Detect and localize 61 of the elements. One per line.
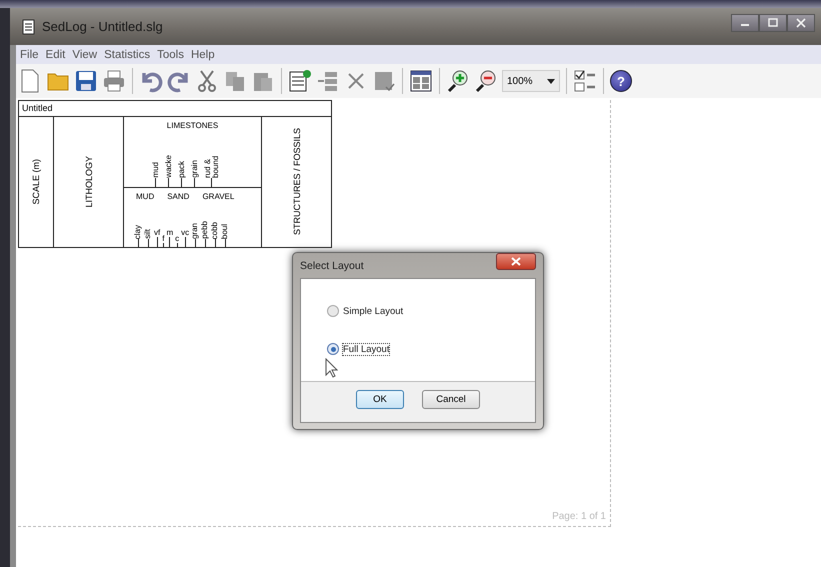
radio-button[interactable] — [327, 305, 339, 317]
printer-icon[interactable] — [102, 69, 126, 93]
dialog-title: Select Layout — [300, 260, 364, 272]
class-label: f — [162, 235, 164, 243]
class-label: wacke — [164, 155, 172, 178]
copy-icon[interactable] — [223, 69, 247, 93]
close-icon — [511, 257, 521, 266]
zoom-dropdown[interactable]: 100% — [502, 70, 560, 92]
caret-icon — [547, 78, 555, 84]
save-icon[interactable] — [74, 69, 98, 93]
cancel-button[interactable]: Cancel — [422, 390, 480, 409]
page-number: Page: 1 of 1 — [552, 511, 606, 522]
maximize-icon — [768, 18, 778, 28]
insert-row-icon[interactable] — [288, 69, 312, 93]
close-icon — [796, 18, 806, 28]
block-icon[interactable] — [372, 69, 396, 93]
column-heading: SAND — [167, 192, 190, 201]
menu-item[interactable]: Statistics — [104, 48, 150, 60]
window-title: SedLog - Untitled.slg — [42, 19, 163, 34]
zoom-in-icon[interactable] — [446, 69, 470, 93]
class-label: c — [175, 235, 180, 243]
class-label: pack — [178, 161, 186, 178]
class-label: clay — [134, 224, 142, 239]
checklist-icon[interactable] — [573, 69, 597, 93]
radio-button[interactable] — [327, 343, 339, 355]
document-icon — [22, 18, 36, 34]
column-heading: MUD — [136, 192, 154, 201]
class-label: vf — [154, 229, 160, 237]
class-label: mud — [152, 162, 160, 178]
help-button[interactable]: ? — [610, 70, 632, 92]
class-label: silt — [144, 229, 152, 239]
grid-icon[interactable] — [409, 69, 433, 93]
close-button[interactable] — [787, 14, 815, 32]
menu-item[interactable]: Tools — [157, 48, 184, 60]
column-heading: LITHOLOGY — [84, 156, 94, 208]
close-button[interactable] — [496, 253, 536, 270]
column-heading: LIMESTONES — [166, 121, 218, 130]
class-label: cobb — [211, 222, 220, 239]
class-label: gran — [191, 222, 200, 239]
class-label: rud & bound — [204, 154, 220, 178]
maximize-button[interactable] — [759, 14, 787, 32]
class-label: pebb — [201, 221, 210, 239]
menu-item[interactable]: Edit — [46, 48, 66, 60]
class-label: boul — [221, 224, 230, 239]
zoom-out-icon[interactable] — [474, 69, 498, 93]
menu-item[interactable]: View — [72, 48, 98, 60]
option-label[interactable]: Simple Layout — [343, 306, 404, 316]
column-heading: SCALE (m) — [31, 159, 41, 205]
minimize-button[interactable] — [731, 14, 759, 32]
pointer-icon — [325, 358, 338, 378]
column-heading: GRAVEL — [202, 192, 234, 201]
column-heading: STRUCTURES / FOSSILS — [292, 128, 302, 236]
class-label: vc — [181, 229, 190, 237]
option-label[interactable]: Full Layout — [343, 344, 390, 354]
menu-item[interactable]: File — [20, 48, 39, 60]
class-label: grain — [190, 160, 198, 178]
menu-item[interactable]: Help — [190, 48, 215, 60]
log-title: Untitled — [19, 101, 331, 117]
ok-button[interactable]: OK — [356, 390, 404, 409]
scissors-icon[interactable] — [195, 69, 219, 93]
class-label: m — [166, 229, 174, 237]
